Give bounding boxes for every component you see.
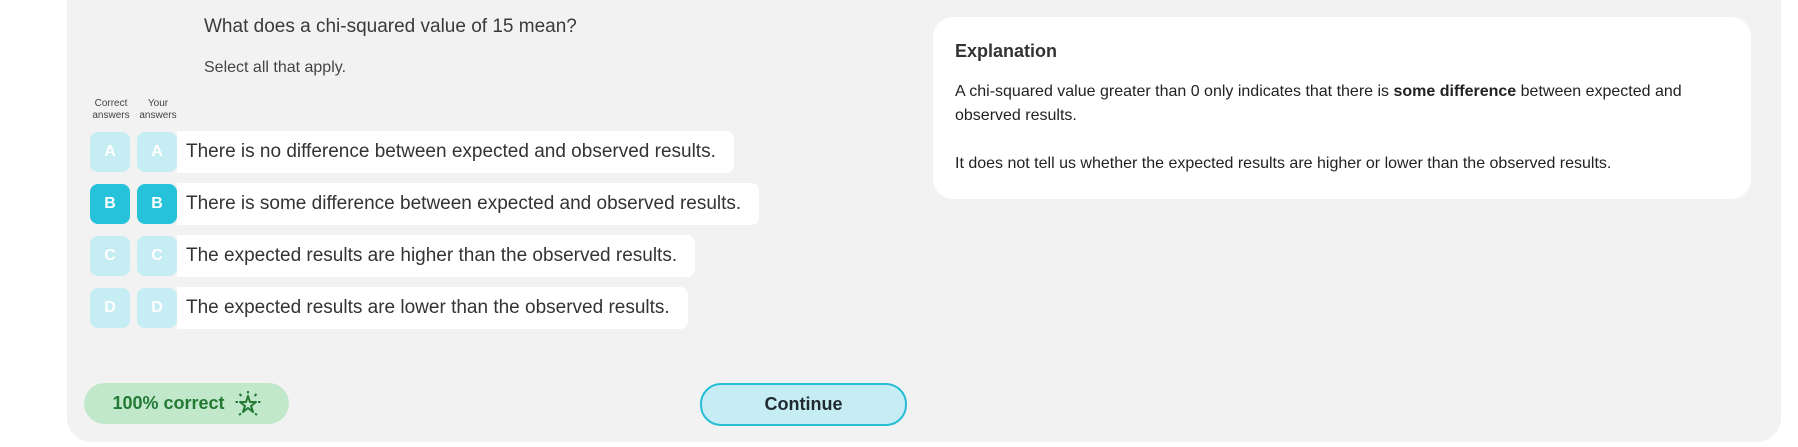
- your-answer-letter-d: D: [137, 288, 177, 328]
- correct-answers-header: Correct answers: [88, 98, 134, 122]
- your-answers-header-line1: Your: [147, 98, 169, 109]
- correct-answer-letter-a: A: [90, 132, 130, 172]
- explanation-p1-bold: some difference: [1393, 83, 1517, 100]
- explanation-paragraph-1: A chi-squared value greater than 0 only …: [955, 80, 1735, 128]
- explanation-paragraph-2: It does not tell us whether the expected…: [955, 155, 1612, 172]
- correct-answer-letter-d: D: [90, 288, 130, 328]
- explanation-card: Explanation A chi-squared value greater …: [933, 17, 1751, 199]
- option-b: B B There is some difference between exp…: [90, 183, 760, 225]
- correct-answers-header-line1: Correct: [94, 98, 128, 109]
- explanation-p1-start: A chi-squared value greater than 0 only …: [955, 83, 1394, 100]
- your-answer-letter-b: B: [137, 184, 177, 224]
- option-d-text: The expected results are lower than the …: [177, 287, 688, 329]
- option-c: C C The expected results are higher than…: [90, 235, 696, 277]
- score-badge: 100% correct: [84, 383, 289, 424]
- correct-answer-letter-b: B: [90, 184, 130, 224]
- explanation-title: Explanation: [955, 41, 1058, 61]
- option-a: A A There is no difference between expec…: [90, 131, 734, 173]
- sparkle-star-icon: [235, 390, 261, 416]
- option-a-text: There is no difference between expected …: [177, 131, 734, 173]
- instruction-text: Select all that apply.: [204, 59, 347, 76]
- correct-answer-letter-c: C: [90, 236, 130, 276]
- correct-answers-header-line2: answers: [92, 110, 130, 121]
- your-answers-header: Your answers: [135, 98, 181, 122]
- continue-button[interactable]: Continue: [700, 383, 907, 426]
- option-d: D D The expected results are lower than …: [90, 287, 688, 329]
- score-label: 100% correct: [112, 393, 225, 413]
- option-b-text: There is some difference between expecte…: [177, 183, 760, 225]
- your-answers-header-line2: answers: [139, 110, 177, 121]
- question-text: What does a chi-squared value of 15 mean…: [204, 16, 577, 37]
- your-answer-letter-a: A: [137, 132, 177, 172]
- your-answer-letter-c: C: [137, 236, 177, 276]
- option-c-text: The expected results are higher than the…: [177, 235, 696, 277]
